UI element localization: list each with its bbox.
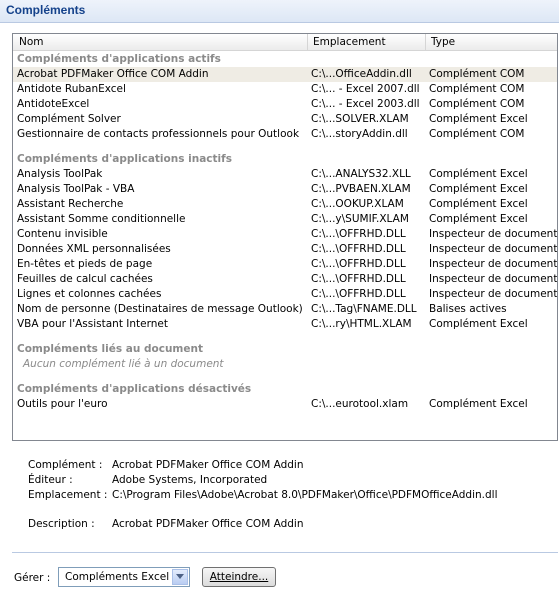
addin-name: Lignes et colonnes cachées: [17, 288, 162, 300]
manage-select-value: Compléments Excel: [65, 571, 170, 583]
go-button-label: Atteindre...: [209, 571, 269, 583]
addin-name: Données XML personnalisées: [17, 243, 171, 255]
addin-type: Balises actives: [429, 303, 507, 315]
divider: [12, 552, 558, 553]
detail-label: Emplacement :: [28, 489, 108, 501]
addin-name: VBA pour l'Assistant Internet: [17, 318, 168, 330]
addin-type: Complément COM: [429, 68, 525, 80]
addin-location: C:\...SOLVER.XLAM: [311, 113, 409, 125]
addin-type: Complément Excel: [429, 113, 528, 125]
detail-value: Acrobat PDFMaker Office COM Addin: [112, 459, 304, 471]
group-document-label: Compléments liés au document: [17, 343, 203, 355]
list-item[interactable]: Outils pour l'euro C:\...eurotool.xlam C…: [13, 397, 557, 412]
section-header: Compléments: [0, 0, 559, 23]
addin-type: Complément Excel: [429, 183, 528, 195]
addin-location: C:\...y\SUMIF.XLAM: [311, 213, 409, 225]
column-divider[interactable]: [307, 34, 308, 50]
addin-location: C:\...storyAddin.dll: [311, 128, 408, 140]
list-item[interactable]: Assistant Somme conditionnelle C:\...y\S…: [13, 212, 557, 227]
addin-type: Complément COM: [429, 128, 525, 140]
list-item[interactable]: Lignes et colonnes cachées C:\...\OFFRHD…: [13, 287, 557, 302]
addin-location: C:\...OOKUP.XLAM: [311, 198, 404, 210]
addin-type: Inspecteur de document: [429, 288, 558, 300]
addin-location: C:\...\OFFRHD.DLL: [311, 288, 406, 300]
list-item[interactable]: Contenu invisible C:\...\OFFRHD.DLL Insp…: [13, 227, 557, 242]
detail-label: Complément :: [28, 459, 103, 471]
addin-name: Analysis ToolPak - VBA: [17, 183, 135, 195]
list-item[interactable]: Données XML personnalisées C:\...\OFFRHD…: [13, 242, 557, 257]
detail-value: Adobe Systems, Incorporated: [112, 474, 268, 486]
addin-name: Complément Solver: [17, 113, 121, 125]
group-disabled-label: Compléments d'applications désactivés: [17, 383, 252, 395]
addin-name: AntidoteExcel: [17, 98, 90, 110]
list-item[interactable]: Acrobat PDFMaker Office COM Addin C:\...…: [13, 67, 557, 82]
addin-type: Inspecteur de document: [429, 258, 558, 270]
list-item[interactable]: Antidote RubanExcel C:\... - Excel 2007.…: [13, 82, 557, 97]
addin-type: Complément COM: [429, 98, 525, 110]
addin-name: Contenu invisible: [17, 228, 108, 240]
detail-value: C:\Program Files\Adobe\Acrobat 8.0\PDFMa…: [112, 489, 498, 501]
list-item[interactable]: Assistant Recherche C:\...OOKUP.XLAM Com…: [13, 197, 557, 212]
addin-type: Complément Excel: [429, 198, 528, 210]
addin-type: Inspecteur de document: [429, 273, 558, 285]
group-document-empty: Aucun complément lié à un document: [23, 358, 224, 370]
addins-rows: Compléments d'applications actifs Acroba…: [13, 52, 557, 412]
addin-name: Assistant Somme conditionnelle: [17, 213, 186, 225]
addin-location: C:\... - Excel 2003.dll: [311, 98, 420, 110]
list-item[interactable]: Complément Solver C:\...SOLVER.XLAM Comp…: [13, 112, 557, 127]
column-header-name[interactable]: Nom: [19, 36, 44, 48]
addin-name: Analysis ToolPak: [17, 168, 103, 180]
addin-name: Feuilles de calcul cachées: [17, 273, 153, 285]
addin-location: C:\...\OFFRHD.DLL: [311, 258, 406, 270]
addin-location: C:\...\OFFRHD.DLL: [311, 243, 406, 255]
addin-type: Complément Excel: [429, 168, 528, 180]
manage-label: Gérer :: [14, 572, 51, 584]
column-divider[interactable]: [425, 34, 426, 50]
list-item[interactable]: En-têtes et pieds de page C:\...\OFFRHD.…: [13, 257, 557, 272]
addin-location: C:\...OfficeAddin.dll: [311, 68, 412, 80]
list-item[interactable]: Feuilles de calcul cachées C:\...\OFFRHD…: [13, 272, 557, 287]
list-item[interactable]: Analysis ToolPak - VBA C:\...PVBAEN.XLAM…: [13, 182, 557, 197]
addin-location: C:\...ry\HTML.XLAM: [311, 318, 412, 330]
addin-location: C:\...eurotool.xlam: [311, 398, 409, 410]
addin-location: C:\...\OFFRHD.DLL: [311, 273, 406, 285]
addin-location: C:\...Tag\FNAME.DLL: [311, 303, 417, 315]
addin-name: En-têtes et pieds de page: [17, 258, 153, 270]
addin-type: Complément Excel: [429, 213, 528, 225]
list-item[interactable]: Analysis ToolPak C:\...ANALYS32.XLL Comp…: [13, 167, 557, 182]
addin-type: Inspecteur de document: [429, 228, 558, 240]
detail-label: Description :: [28, 518, 95, 530]
addin-location: C:\... - Excel 2007.dll: [311, 83, 420, 95]
addin-location: C:\...ANALYS32.XLL: [311, 168, 411, 180]
addin-type: Complément Excel: [429, 318, 528, 330]
addin-name: Nom de personne (Destinataires de messag…: [17, 303, 303, 315]
addin-type: Complément COM: [429, 83, 525, 95]
list-item[interactable]: AntidoteExcel C:\... - Excel 2003.dll Co…: [13, 97, 557, 112]
addin-location: C:\...\OFFRHD.DLL: [311, 228, 406, 240]
addin-type: Inspecteur de document: [429, 243, 558, 255]
list-item[interactable]: Gestionnaire de contacts professionnels …: [13, 127, 557, 142]
manage-select[interactable]: Compléments Excel: [58, 567, 190, 587]
list-item[interactable]: VBA pour l'Assistant Internet C:\...ry\H…: [13, 317, 557, 332]
column-header-row: Nom Emplacement Type: [13, 34, 557, 51]
addin-type: Complément Excel: [429, 398, 528, 410]
column-header-location[interactable]: Emplacement: [313, 36, 386, 48]
detail-value: Acrobat PDFMaker Office COM Addin: [112, 518, 304, 530]
addin-name: Assistant Recherche: [17, 198, 124, 210]
group-active-label: Compléments d'applications actifs: [17, 53, 221, 65]
detail-label: Éditeur :: [28, 474, 73, 486]
addin-location: C:\...PVBAEN.XLAM: [311, 183, 411, 195]
section-title: Compléments: [6, 3, 86, 17]
column-header-type[interactable]: Type: [431, 36, 455, 48]
addins-list[interactable]: Nom Emplacement Type Compléments d'appli…: [12, 33, 558, 441]
group-inactive-label: Compléments d'applications inactifs: [17, 153, 232, 165]
chevron-down-icon[interactable]: [172, 569, 188, 585]
go-button[interactable]: Atteindre...: [202, 567, 276, 587]
addin-name: Gestionnaire de contacts professionnels …: [17, 128, 300, 140]
addin-name: Antidote RubanExcel: [17, 83, 126, 95]
addin-name: Outils pour l'euro: [17, 398, 108, 410]
list-item[interactable]: Nom de personne (Destinataires de messag…: [13, 302, 557, 317]
addin-name: Acrobat PDFMaker Office COM Addin: [17, 68, 209, 80]
